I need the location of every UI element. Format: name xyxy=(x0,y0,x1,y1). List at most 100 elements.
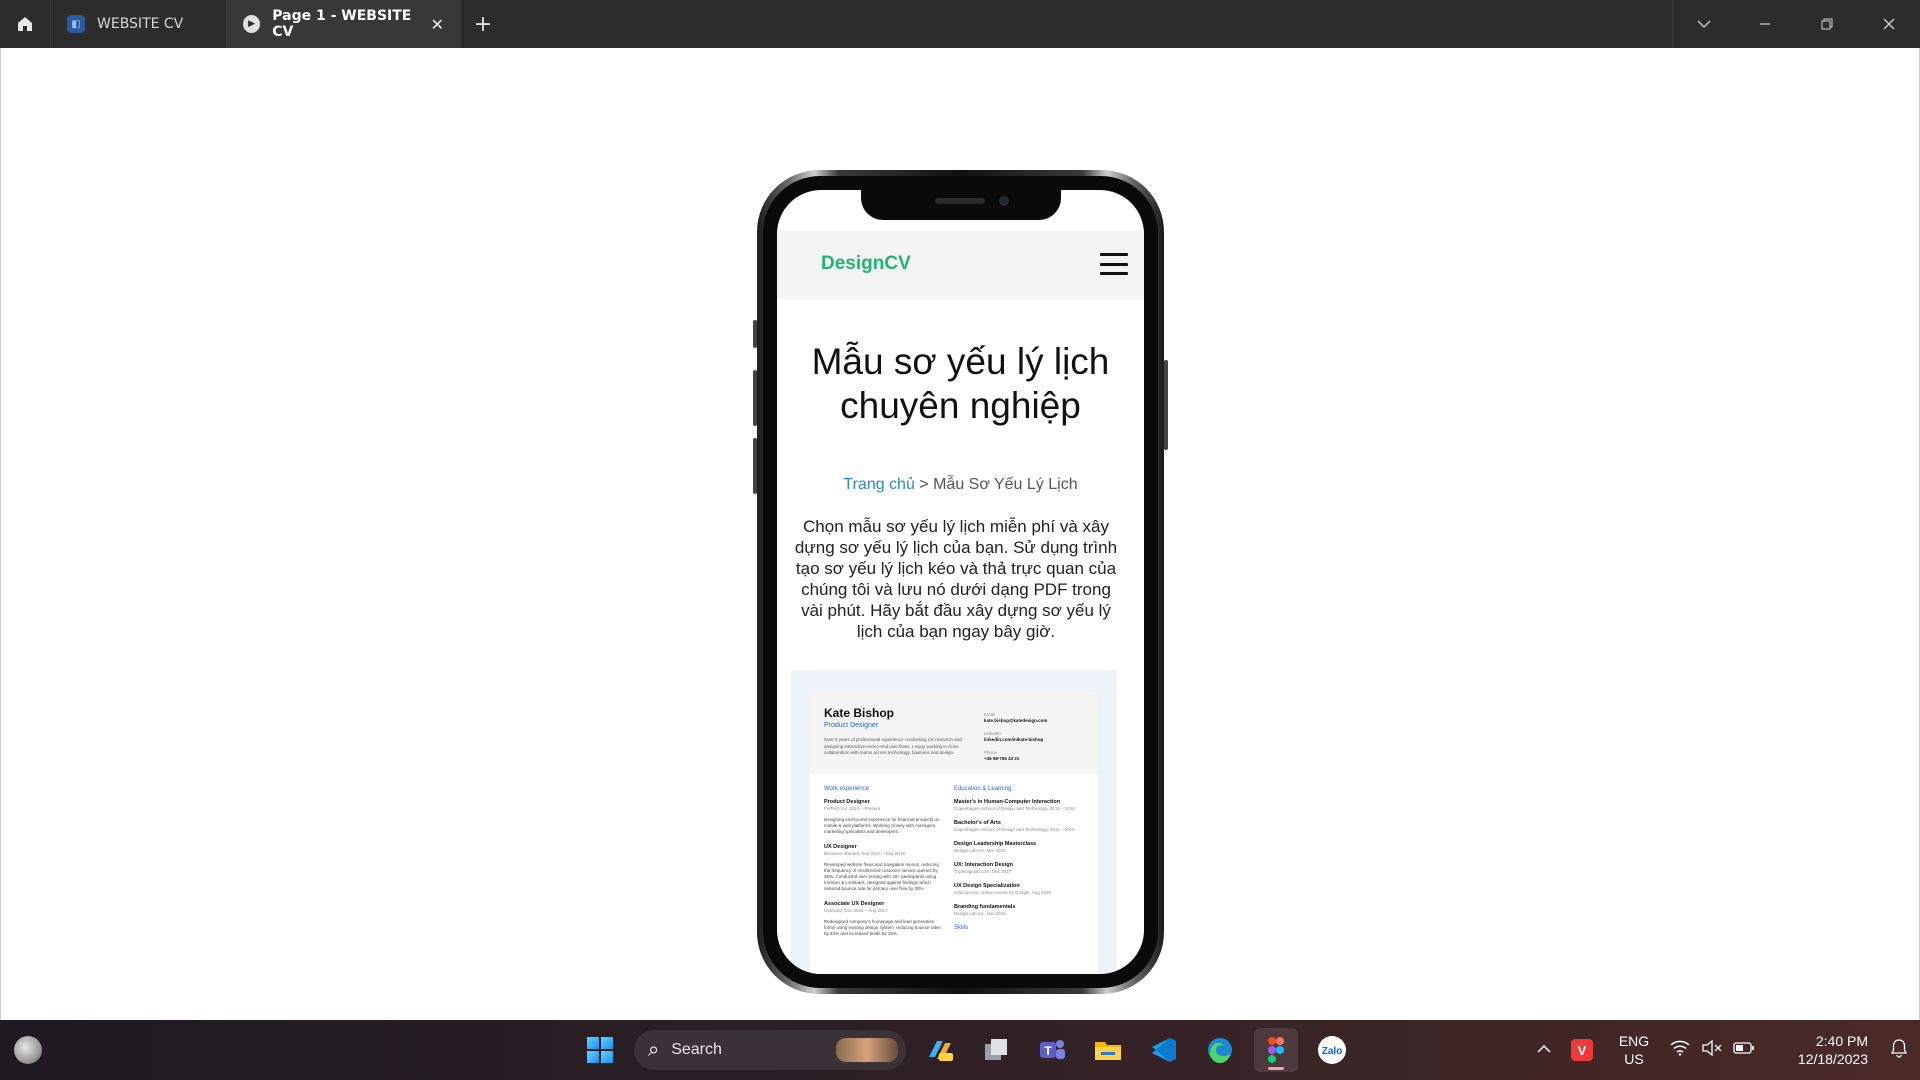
chevron-up-icon xyxy=(1537,1044,1551,1053)
cv-contact-label: LinkedIn xyxy=(984,731,1002,736)
breadcrumb-home-link[interactable]: Trang chủ xyxy=(843,476,914,493)
bell-icon xyxy=(1890,1038,1908,1058)
cv-item-title: UX: Interaction Design xyxy=(954,862,1013,868)
zalo-label: Zalo xyxy=(1322,1046,1343,1057)
cv-item-sub: FinTech Inc. 2019 – Present xyxy=(824,806,881,811)
prototype-canvas: DesignCV Mẫu sơ yếu lý lịch chuyên nghiệ… xyxy=(0,48,1920,1020)
taskbar-search[interactable]: ⌕ Search xyxy=(634,1030,906,1070)
wifi-button[interactable] xyxy=(1664,1040,1696,1061)
cv-body: Work experience Product Designer FinTech… xyxy=(810,774,1098,946)
cv-item-sub: Copenhagen School of Design and Technolo… xyxy=(954,806,1075,811)
clock-date: 12/18/2023 xyxy=(1797,1051,1868,1067)
mute-switch xyxy=(753,320,757,348)
start-icon xyxy=(587,1037,613,1063)
teams-icon: T xyxy=(1040,1040,1065,1059)
clock-time: 2:40 PM xyxy=(1815,1033,1868,1049)
close-tab-icon[interactable]: ✕ xyxy=(431,15,444,34)
minimize-button[interactable] xyxy=(1734,0,1796,48)
teams-button[interactable]: T xyxy=(1030,1028,1074,1072)
cv-item-title: UX Designer xyxy=(824,844,857,850)
taskbar-apps: ⌕ Search T Zalo xyxy=(578,1028,1354,1072)
cv-item-title: Design Leadership Masterclass xyxy=(954,841,1037,847)
breadcrumb-separator: > xyxy=(914,476,934,493)
system-tray: V ENG US 2:40 PM 12/18/2023 xyxy=(1528,1020,1920,1080)
vivaldi-tray-button[interactable]: V xyxy=(1560,1039,1604,1061)
language-indicator[interactable]: ENG US xyxy=(1604,1032,1664,1068)
cv-work-item: UX Designer Business Wanted, Sep 2017 – … xyxy=(824,844,946,892)
volume-button[interactable] xyxy=(1696,1039,1728,1061)
cv-template-preview[interactable]: Kate Bishop Product Designer Over 5 year… xyxy=(791,670,1117,974)
cv-item-sub: Udacity.com, online course by Google, Au… xyxy=(954,890,1051,895)
restore-icon xyxy=(1821,18,1833,30)
intro-paragraph: Chọn mẫu sơ yếu lý lịch miễn phí và xây … xyxy=(794,517,1118,641)
weather-cloud-icon[interactable] xyxy=(14,1036,42,1064)
home-icon xyxy=(18,17,32,31)
prototype-play-icon: ▶ xyxy=(243,15,261,33)
close-icon xyxy=(1883,18,1895,30)
task-view-icon xyxy=(985,1039,1007,1060)
edge-icon xyxy=(1208,1038,1232,1064)
close-window-button[interactable] xyxy=(1858,0,1920,48)
file-explorer-icon xyxy=(1095,1042,1121,1060)
cv-item-sub: Trydesignlab.com, Dec 2017 xyxy=(954,869,1012,874)
cv-contact-value: +46 98-765 43 21 xyxy=(984,756,1020,761)
iphone-mockup: DesignCV Mẫu sơ yếu lý lịch chuyên nghiệ… xyxy=(753,170,1168,994)
svg-text:T: T xyxy=(1044,1044,1052,1058)
new-tab-button[interactable]: + xyxy=(461,0,505,48)
cv-item-title: Branding fundamentals xyxy=(954,904,1016,910)
titlebar-drag-region xyxy=(505,0,1672,48)
volume-muted-icon xyxy=(1702,1039,1722,1056)
show-hidden-icons-button[interactable] xyxy=(1528,1041,1560,1059)
figma-file-icon: ◧ xyxy=(67,15,85,33)
figma-button[interactable] xyxy=(1254,1028,1298,1072)
search-placeholder: Search xyxy=(671,1041,722,1058)
cv-item-sub: Consulto, Dec 2016 – Aug 2017 xyxy=(824,908,888,913)
file-explorer-button[interactable] xyxy=(1086,1028,1130,1072)
app-titlebar: ◧ WEBSITE CV ▶ Page 1 - WEBSITE CV ✕ + xyxy=(0,0,1920,48)
volume-up-button xyxy=(753,370,757,426)
vivaldi-icon: V xyxy=(1571,1039,1593,1061)
windows-taskbar: ⌕ Search T Zalo V ENG US 2:40 PM 12/18/2… xyxy=(0,1020,1920,1080)
home-button[interactable] xyxy=(0,0,51,48)
restore-button[interactable] xyxy=(1796,0,1858,48)
menu-bar xyxy=(1100,262,1128,266)
cv-document: Kate Bishop Product Designer Over 5 year… xyxy=(810,692,1098,974)
phone-notch xyxy=(860,190,1061,220)
cv-summary: Over 5 years of professional experience … xyxy=(824,737,962,755)
zalo-button[interactable]: Zalo xyxy=(1310,1028,1354,1072)
zalo-icon: Zalo xyxy=(1318,1036,1346,1064)
cv-header: Kate Bishop Product Designer Over 5 year… xyxy=(810,692,1098,774)
speaker-grille xyxy=(934,198,985,204)
tab-website-cv[interactable]: ◧ WEBSITE CV xyxy=(51,0,227,48)
copilot-button[interactable] xyxy=(918,1028,962,1072)
vscode-button[interactable] xyxy=(1142,1028,1186,1072)
taskbar-clock[interactable]: 2:40 PM 12/18/2023 xyxy=(1776,1032,1868,1068)
cv-education-item: Branding fundamentals Design Lab Inc, No… xyxy=(954,904,1076,916)
phone-bezel: DesignCV Mẫu sơ yếu lý lịch chuyên nghiệ… xyxy=(763,176,1158,988)
cv-contact-label: Email xyxy=(984,712,996,717)
cv-contact: Email kate.bishop@katedesign.com LinkedI… xyxy=(984,712,1047,769)
hamburger-menu-icon[interactable] xyxy=(1100,253,1128,275)
cv-item-title: UX Design Specialization xyxy=(954,883,1020,889)
cv-item-desc: Revamped website flows and navigation me… xyxy=(824,862,939,891)
cv-work-column: Work experience Product Designer FinTech… xyxy=(824,786,954,946)
cv-section-heading: Skills xyxy=(954,925,969,931)
tab-list-dropdown-button[interactable] xyxy=(1672,0,1734,48)
tab-page-1-website-cv[interactable]: ▶ Page 1 - WEBSITE CV ✕ xyxy=(227,0,461,48)
language-code: ENG xyxy=(1618,1033,1650,1049)
battery-icon xyxy=(1733,1041,1754,1054)
start-button[interactable] xyxy=(578,1028,622,1072)
front-camera xyxy=(998,196,1009,206)
brand-logo[interactable]: DesignCV xyxy=(821,253,911,275)
edge-button[interactable] xyxy=(1198,1028,1242,1072)
task-view-button[interactable] xyxy=(974,1028,1018,1072)
cv-education-item: UX: Interaction Design Trydesignlab.com,… xyxy=(954,862,1076,874)
battery-button[interactable] xyxy=(1728,1041,1760,1060)
power-button xyxy=(1164,360,1168,450)
notification-button[interactable] xyxy=(1878,1038,1920,1063)
cv-education-item: UX Design Specialization Udacity.com, on… xyxy=(954,883,1076,895)
minimize-icon xyxy=(1760,23,1770,25)
cv-work-item: Product Designer FinTech Inc. 2019 – Pre… xyxy=(824,799,946,835)
tab-label: WEBSITE CV xyxy=(97,16,184,32)
cv-item-title: Bachelor's of Arts xyxy=(954,820,1001,826)
